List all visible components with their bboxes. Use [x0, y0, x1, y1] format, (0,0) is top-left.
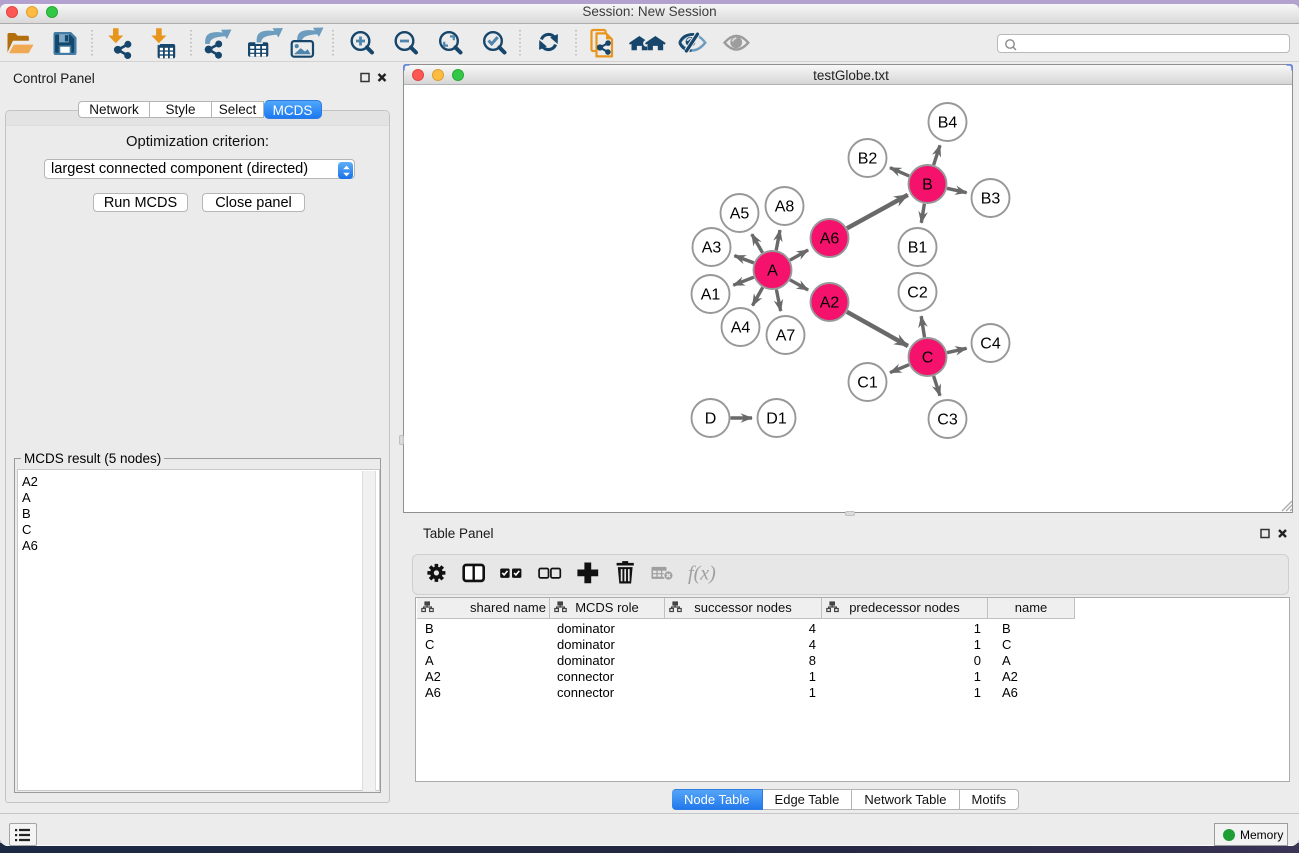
svg-text:A8: A8 — [775, 199, 795, 216]
svg-text:B4: B4 — [938, 115, 958, 132]
svg-text:C2: C2 — [907, 285, 928, 302]
svg-text:C4: C4 — [980, 336, 1001, 353]
svg-text:A7: A7 — [776, 328, 796, 345]
svg-text:A4: A4 — [731, 320, 751, 337]
svg-text:A1: A1 — [701, 287, 721, 304]
svg-text:C1: C1 — [857, 375, 878, 392]
svg-text:f(x): f(x) — [688, 562, 716, 584]
svg-text:B1: B1 — [908, 240, 928, 257]
svg-text:C: C — [922, 350, 934, 367]
svg-text:A5: A5 — [730, 206, 750, 223]
svg-text:A: A — [767, 263, 778, 280]
svg-text:B2: B2 — [858, 151, 878, 168]
svg-text:A3: A3 — [702, 240, 722, 257]
svg-text:D1: D1 — [766, 411, 787, 428]
svg-text:C3: C3 — [937, 412, 958, 429]
svg-text:B3: B3 — [981, 191, 1001, 208]
svg-text:A2: A2 — [820, 295, 840, 312]
svg-text:D: D — [705, 411, 717, 428]
svg-text:B: B — [922, 177, 933, 194]
svg-text:A6: A6 — [820, 231, 840, 248]
